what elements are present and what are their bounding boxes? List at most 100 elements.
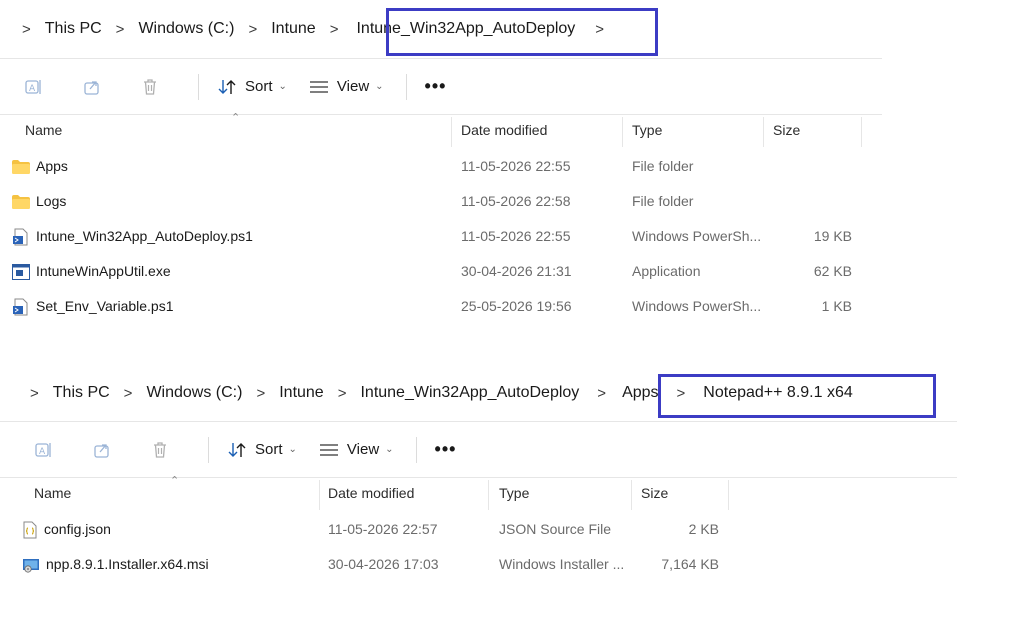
- file-date: 30-04-2026 21:31: [461, 263, 572, 279]
- breadcrumb-this-pc[interactable]: This PC: [53, 384, 110, 402]
- file-row-apps[interactable]: Apps 11-05-2026 22:55 File folder: [0, 149, 882, 184]
- rename-icon[interactable]: A: [34, 440, 54, 460]
- column-divider[interactable]: [622, 117, 623, 147]
- delete-icon[interactable]: [140, 77, 160, 97]
- share-icon[interactable]: [82, 77, 102, 97]
- file-date: 11-05-2026 22:57: [328, 521, 438, 537]
- address-bar[interactable]: > This PC > Windows (C:) > Intune > Intu…: [0, 365, 957, 421]
- view-button[interactable]: View ⌄: [319, 441, 394, 458]
- column-divider[interactable]: [451, 117, 452, 147]
- explorer-window-notepadpp: > This PC > Windows (C:) > Intune > Intu…: [0, 365, 957, 582]
- command-bar: A Sort ⌄ View ⌄ •••: [0, 422, 957, 477]
- column-divider[interactable]: [631, 480, 632, 510]
- toolbar-separator: [415, 436, 417, 463]
- view-button[interactable]: View ⌄: [309, 78, 384, 95]
- file-type: Windows PowerSh...: [632, 298, 762, 314]
- application-icon: [12, 263, 30, 280]
- sort-label: Sort: [255, 441, 283, 458]
- file-type: Windows PowerSh...: [632, 228, 762, 244]
- file-name: Apps: [36, 158, 68, 174]
- sort-button[interactable]: Sort ⌄: [217, 78, 287, 96]
- column-name[interactable]: Name: [19, 115, 62, 149]
- chevron-right-icon[interactable]: >: [597, 385, 606, 402]
- chevron-right-icon[interactable]: >: [22, 21, 31, 38]
- breadcrumb-windows-c[interactable]: Windows (C:): [138, 20, 234, 38]
- column-type[interactable]: Type: [493, 478, 529, 512]
- column-divider[interactable]: [861, 117, 862, 147]
- breadcrumb-this-pc[interactable]: This PC: [45, 20, 102, 38]
- sort-caret-icon: ⌃: [231, 112, 241, 124]
- chevron-down-icon: ⌄: [288, 444, 297, 455]
- toolbar-separator: [198, 73, 199, 100]
- column-type[interactable]: Type: [626, 115, 662, 149]
- powershell-script-icon: [13, 298, 28, 315]
- share-icon[interactable]: [92, 440, 112, 460]
- column-date-modified[interactable]: Date modified: [322, 478, 414, 512]
- highlight-box: [386, 8, 658, 56]
- sort-button[interactable]: Sort ⌄: [227, 441, 297, 459]
- view-lines-icon: [319, 443, 338, 456]
- file-date: 25-05-2026 19:56: [461, 298, 572, 314]
- more-options-button[interactable]: •••: [435, 439, 457, 460]
- address-bar[interactable]: > This PC > Windows (C:) > Intune > Intu…: [0, 0, 882, 58]
- breadcrumb-intune[interactable]: Intune: [279, 384, 323, 402]
- sort-caret-icon: ⌃: [170, 475, 180, 487]
- svg-text:A: A: [39, 447, 46, 457]
- column-size[interactable]: Size: [767, 115, 800, 149]
- toolbar-separator: [208, 436, 209, 463]
- file-name: npp.8.9.1.Installer.x64.msi: [46, 556, 209, 572]
- file-list: Apps 11-05-2026 22:55 File folder Logs 1…: [0, 149, 882, 324]
- file-row-autodeploy-ps1[interactable]: Intune_Win32App_AutoDeploy.ps1 11-05-202…: [0, 219, 882, 254]
- file-row-set-env-variable[interactable]: Set_Env_Variable.ps1 25-05-2026 19:56 Wi…: [0, 289, 882, 324]
- file-row-intunewinapputil[interactable]: IntuneWinAppUtil.exe 30-04-2026 21:31 Ap…: [0, 254, 882, 289]
- more-options-button[interactable]: •••: [425, 76, 447, 97]
- breadcrumb-intune[interactable]: Intune: [271, 20, 315, 38]
- file-list: config.json 11-05-2026 22:57 JSON Source…: [0, 512, 957, 582]
- file-row-config-json[interactable]: config.json 11-05-2026 22:57 JSON Source…: [0, 512, 957, 547]
- rename-icon[interactable]: A: [24, 77, 44, 97]
- view-label: View: [336, 78, 370, 95]
- chevron-down-icon: ⌄: [385, 444, 394, 455]
- file-name-cell: npp.8.9.1.Installer.x64.msi: [22, 547, 209, 582]
- file-type: File folder: [632, 158, 694, 174]
- folder-icon: [12, 159, 30, 174]
- powershell-script-icon: [13, 228, 28, 245]
- file-type: Windows Installer ...: [499, 556, 625, 572]
- column-divider[interactable]: [763, 117, 764, 147]
- file-row-logs[interactable]: Logs 11-05-2026 22:58 File folder: [0, 184, 882, 219]
- delete-icon[interactable]: [150, 440, 170, 460]
- chevron-right-icon[interactable]: >: [256, 385, 265, 402]
- msi-installer-icon: [23, 558, 39, 573]
- chevron-right-icon[interactable]: >: [330, 21, 339, 38]
- svg-text:A: A: [29, 84, 36, 94]
- file-name-cell: Set_Env_Variable.ps1: [12, 289, 174, 324]
- chevron-right-icon[interactable]: >: [338, 385, 347, 402]
- breadcrumb-windows-c[interactable]: Windows (C:): [146, 384, 242, 402]
- file-size: 19 KB: [813, 228, 852, 244]
- column-size[interactable]: Size: [635, 478, 668, 512]
- column-name[interactable]: Name: [28, 478, 71, 512]
- breadcrumb-autodeploy[interactable]: Intune_Win32App_AutoDeploy: [360, 384, 579, 402]
- sort-arrows-icon: [218, 79, 236, 94]
- chevron-right-icon[interactable]: >: [248, 21, 257, 38]
- chevron-right-icon[interactable]: >: [30, 385, 39, 402]
- json-file-icon: [23, 521, 37, 538]
- file-name: IntuneWinAppUtil.exe: [36, 263, 171, 279]
- sort-label: Sort: [245, 78, 273, 95]
- chevron-down-icon: ⌄: [278, 81, 287, 92]
- file-name-cell: Intune_Win32App_AutoDeploy.ps1: [12, 219, 253, 254]
- file-size: 7,164 KB: [661, 556, 719, 572]
- chevron-right-icon[interactable]: >: [116, 21, 125, 38]
- file-name: Logs: [36, 193, 67, 209]
- column-divider[interactable]: [319, 480, 320, 510]
- column-divider[interactable]: [488, 480, 489, 510]
- file-row-npp-installer[interactable]: npp.8.9.1.Installer.x64.msi 30-04-2026 1…: [0, 547, 957, 582]
- chevron-right-icon[interactable]: >: [124, 385, 133, 402]
- breadcrumb-apps[interactable]: Apps: [622, 384, 658, 402]
- file-date: 30-04-2026 17:03: [328, 556, 439, 572]
- column-date-modified[interactable]: Date modified: [455, 115, 547, 149]
- file-size: 62 KB: [813, 263, 852, 279]
- chevron-down-icon: ⌄: [375, 81, 384, 92]
- file-date: 11-05-2026 22:55: [461, 158, 571, 174]
- column-divider[interactable]: [728, 480, 729, 510]
